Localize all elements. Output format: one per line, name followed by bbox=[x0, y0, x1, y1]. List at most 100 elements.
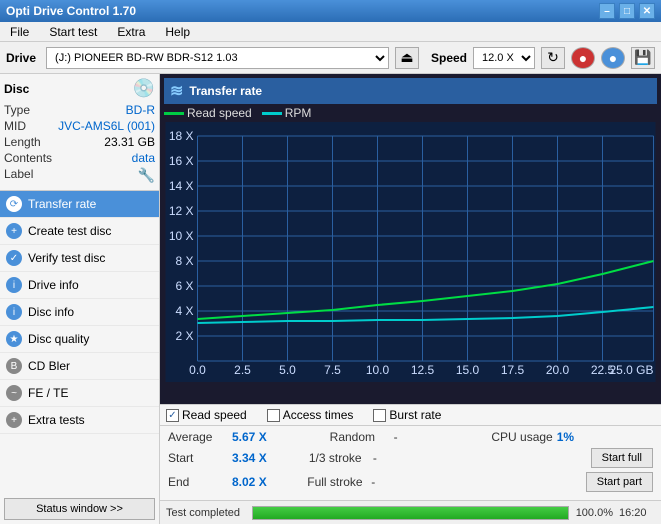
status-text: Test completed bbox=[166, 507, 246, 519]
svg-text:4 X: 4 X bbox=[175, 304, 193, 318]
checkbox-read-speed[interactable]: ✓ Read speed bbox=[166, 408, 247, 422]
nav-extra-tests[interactable]: + Extra tests bbox=[0, 407, 159, 434]
checkbox-access-times[interactable]: Access times bbox=[267, 408, 354, 422]
disc-header: Disc 💿 bbox=[4, 78, 155, 99]
sidebar: Disc 💿 Type BD-R MID JVC-AMS6L (001) Len… bbox=[0, 74, 160, 524]
chart-section: ≋ Transfer rate Read speed RPM bbox=[160, 74, 661, 404]
start-part-button[interactable]: Start part bbox=[586, 472, 653, 492]
title-bar: Opti Drive Control 1.70 – □ ✕ bbox=[0, 0, 661, 22]
stats-section: Average 5.67 X Random - CPU usage 1% Sta… bbox=[160, 425, 661, 500]
svg-text:12 X: 12 X bbox=[169, 204, 194, 218]
nav-label-fe-te: FE / TE bbox=[28, 386, 68, 400]
stat-random: Random - bbox=[330, 430, 492, 444]
stat-1-3-stroke-label: 1/3 stroke bbox=[309, 451, 369, 465]
svg-text:14 X: 14 X bbox=[169, 179, 194, 193]
svg-text:2.5: 2.5 bbox=[234, 363, 251, 377]
menu-file[interactable]: File bbox=[4, 23, 35, 41]
nav-icon-drive-info: i bbox=[6, 277, 22, 293]
chart-icon: ≋ bbox=[170, 81, 183, 101]
disc-icon[interactable]: 💿 bbox=[133, 78, 155, 99]
minimize-button[interactable]: – bbox=[599, 3, 615, 19]
content-area: ≋ Transfer rate Read speed RPM bbox=[160, 74, 661, 524]
start-full-button[interactable]: Start full bbox=[591, 448, 653, 468]
toolbar-btn-1[interactable]: ● bbox=[571, 47, 595, 69]
svg-text:17.5: 17.5 bbox=[501, 363, 525, 377]
disc-row-contents: Contents data bbox=[4, 151, 155, 165]
stat-cpu-value: 1% bbox=[557, 430, 597, 444]
menu-extra[interactable]: Extra bbox=[111, 23, 151, 41]
disc-label-icon[interactable]: 🔧 bbox=[138, 167, 155, 184]
eject-button[interactable]: ⏏ bbox=[395, 47, 419, 69]
stat-average: Average 5.67 X bbox=[168, 430, 330, 444]
stat-random-label: Random bbox=[330, 430, 390, 444]
nav-icon-create-test-disc: + bbox=[6, 223, 22, 239]
chart-container: 18 X 16 X 14 X 12 X 10 X 8 X 6 X 4 X 2 X bbox=[164, 122, 657, 382]
nav-label-verify-test-disc: Verify test disc bbox=[28, 251, 105, 265]
svg-text:15.0: 15.0 bbox=[456, 363, 480, 377]
stat-end: End 8.02 X bbox=[168, 475, 307, 489]
svg-text:18 X: 18 X bbox=[169, 129, 194, 143]
progress-bar bbox=[252, 506, 569, 520]
svg-text:8 X: 8 X bbox=[175, 254, 193, 268]
checkbox-read-speed-box[interactable]: ✓ bbox=[166, 409, 179, 422]
speed-select[interactable]: 12.0 X bbox=[473, 47, 535, 69]
nav-icon-fe-te: ~ bbox=[6, 385, 22, 401]
legend-color-rpm bbox=[262, 112, 282, 115]
status-window-button[interactable]: Status window >> bbox=[4, 498, 155, 520]
stat-cpu: CPU usage 1% bbox=[491, 430, 653, 444]
stat-full-stroke-label: Full stroke bbox=[307, 475, 367, 489]
nav-create-test-disc[interactable]: + Create test disc bbox=[0, 218, 159, 245]
stat-end-label: End bbox=[168, 475, 228, 489]
legend-rpm: RPM bbox=[262, 106, 312, 120]
nav-label-disc-quality: Disc quality bbox=[28, 332, 89, 346]
maximize-button[interactable]: □ bbox=[619, 3, 635, 19]
menu-help[interactable]: Help bbox=[159, 23, 196, 41]
chart-title-bar: ≋ Transfer rate bbox=[164, 78, 657, 104]
nav-label-extra-tests: Extra tests bbox=[28, 413, 85, 427]
disc-section: Disc 💿 Type BD-R MID JVC-AMS6L (001) Len… bbox=[0, 74, 159, 191]
nav-label-create-test-disc: Create test disc bbox=[28, 224, 111, 238]
nav-label-drive-info: Drive info bbox=[28, 278, 79, 292]
nav-disc-quality[interactable]: ★ Disc quality bbox=[0, 326, 159, 353]
chart-checkboxes: ✓ Read speed Access times Burst rate bbox=[160, 404, 661, 425]
stat-full-stroke-value: - bbox=[371, 475, 391, 489]
close-button[interactable]: ✕ bbox=[639, 3, 655, 19]
refresh-button[interactable]: ↻ bbox=[541, 47, 565, 69]
speed-label: Speed bbox=[431, 51, 467, 65]
nav-label-disc-info: Disc info bbox=[28, 305, 74, 319]
window-controls: – □ ✕ bbox=[599, 3, 655, 19]
save-button[interactable]: 💾 bbox=[631, 47, 655, 69]
checkbox-read-speed-label: Read speed bbox=[182, 408, 247, 422]
chart-title: Transfer rate bbox=[189, 84, 262, 98]
nav-fe-te[interactable]: ~ FE / TE bbox=[0, 380, 159, 407]
stat-1-3-stroke-value: - bbox=[373, 451, 393, 465]
svg-text:10.0: 10.0 bbox=[366, 363, 390, 377]
toolbar-btn-2[interactable]: ● bbox=[601, 47, 625, 69]
nav-disc-info[interactable]: i Disc info bbox=[0, 299, 159, 326]
progress-bar-fill bbox=[253, 507, 568, 519]
nav-verify-test-disc[interactable]: ✓ Verify test disc bbox=[0, 245, 159, 272]
nav-icon-verify-test-disc: ✓ bbox=[6, 250, 22, 266]
svg-text:5.0: 5.0 bbox=[279, 363, 296, 377]
stat-start: Start 3.34 X bbox=[168, 451, 309, 465]
drive-select[interactable]: (J:) PIONEER BD-RW BDR-S12 1.03 bbox=[46, 47, 389, 69]
nav-transfer-rate[interactable]: ⟳ Transfer rate bbox=[0, 191, 159, 218]
nav-icon-cd-bler: B bbox=[6, 358, 22, 374]
stat-full-stroke: Full stroke - bbox=[307, 475, 446, 489]
menu-start-test[interactable]: Start test bbox=[43, 23, 103, 41]
nav-cd-bler[interactable]: B CD Bler bbox=[0, 353, 159, 380]
svg-text:16 X: 16 X bbox=[169, 154, 194, 168]
checkbox-burst-rate-box[interactable] bbox=[373, 409, 386, 422]
checkbox-access-times-box[interactable] bbox=[267, 409, 280, 422]
menu-bar: File Start test Extra Help bbox=[0, 22, 661, 42]
main-layout: Disc 💿 Type BD-R MID JVC-AMS6L (001) Len… bbox=[0, 74, 661, 524]
checkbox-burst-rate[interactable]: Burst rate bbox=[373, 408, 441, 422]
disc-contents[interactable]: data bbox=[132, 151, 155, 165]
svg-text:12.5: 12.5 bbox=[411, 363, 435, 377]
svg-text:2 X: 2 X bbox=[175, 329, 193, 343]
svg-text:20.0: 20.0 bbox=[546, 363, 570, 377]
nav-drive-info[interactable]: i Drive info bbox=[0, 272, 159, 299]
svg-text:0.0: 0.0 bbox=[189, 363, 206, 377]
stat-end-value: 8.02 X bbox=[232, 475, 272, 489]
progress-section: Test completed 100.0% 16:20 bbox=[160, 500, 661, 524]
